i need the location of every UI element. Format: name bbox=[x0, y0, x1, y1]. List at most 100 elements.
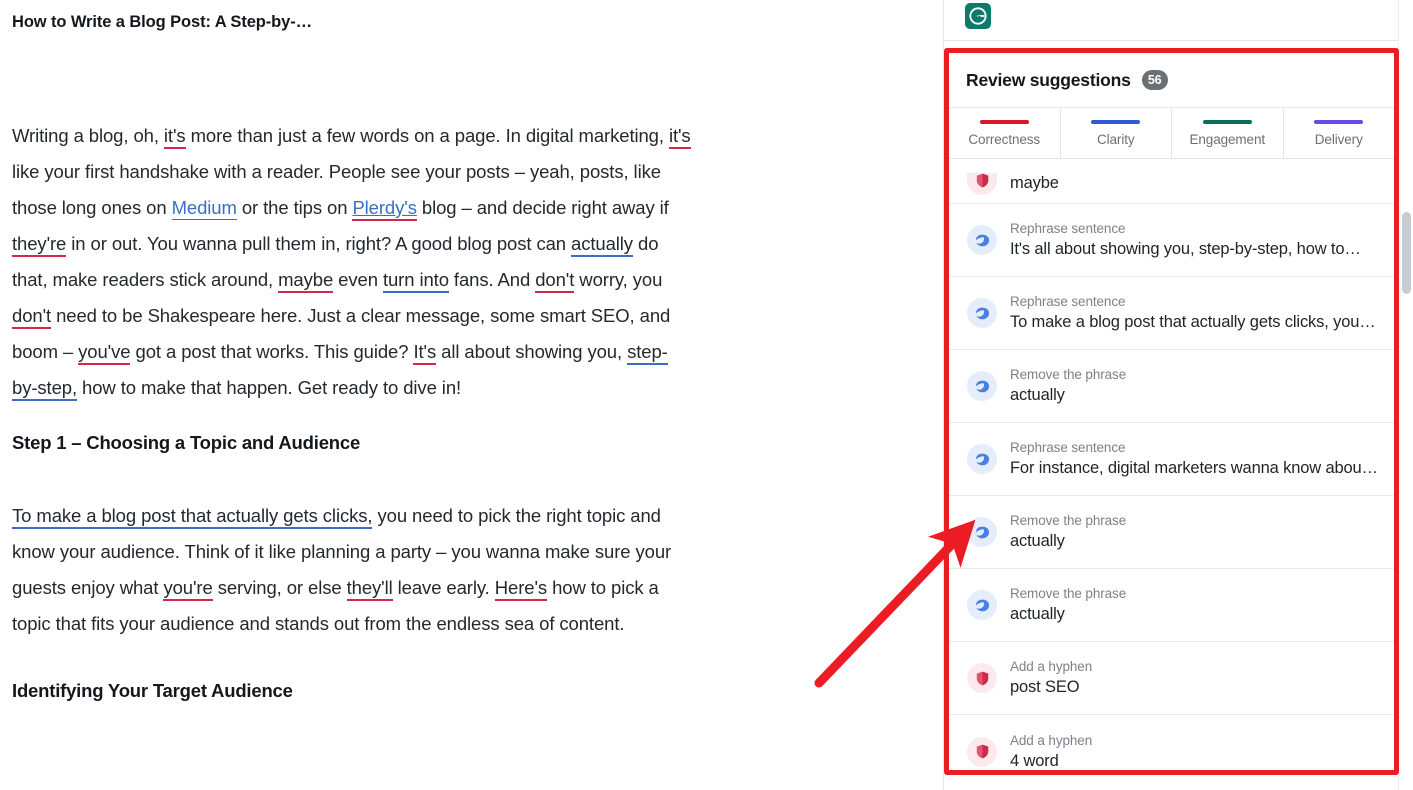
suggestion-row[interactable]: Rephrase sentence It's all about showing … bbox=[949, 204, 1394, 277]
suggestion-text-block: Remove the phrase actually bbox=[1010, 584, 1126, 626]
heading-identifying-audience: Identifying Your Target Audience bbox=[12, 680, 293, 701]
correctness-mark[interactable]: it's bbox=[668, 125, 691, 149]
category-tabs: Correctness Clarity Engagement Delivery bbox=[949, 107, 1394, 159]
page-scrollbar[interactable] bbox=[1398, 0, 1413, 790]
tab-label: Delivery bbox=[1314, 131, 1363, 147]
correctness-mark[interactable]: you've bbox=[78, 341, 131, 365]
suggestion-text: For instance, digital marketers wanna kn… bbox=[1010, 459, 1378, 477]
clarity-color-bar bbox=[1091, 119, 1141, 124]
correctness-shield-icon bbox=[967, 173, 997, 195]
clarity-mark[interactable]: turn into bbox=[382, 269, 449, 293]
suggestion-text-block: Add a hyphen 4 word bbox=[1010, 731, 1092, 770]
clarity-wave-icon bbox=[967, 225, 997, 255]
suggestion-text: maybe bbox=[1010, 174, 1059, 192]
suggestion-text-block: Remove the phrase actually bbox=[1010, 511, 1126, 553]
tab-correctness[interactable]: Correctness bbox=[949, 108, 1061, 158]
clarity-wave-icon bbox=[967, 371, 997, 401]
text-run: worry, you bbox=[574, 269, 663, 290]
suggestion-category: Add a hyphen bbox=[1010, 659, 1093, 674]
text-run: in or out. You wanna pull them in, right… bbox=[66, 233, 572, 254]
medium-link[interactable]: Medium bbox=[171, 197, 237, 220]
suggestion-text: actually bbox=[1010, 386, 1065, 404]
suggestion-text-block: Rephrase sentence It's all about showing … bbox=[1010, 219, 1361, 261]
panel-title: Review suggestions bbox=[966, 69, 1131, 90]
suggestion-text: To make a blog post that actually gets c… bbox=[1010, 313, 1376, 331]
suggestion-category: Remove the phrase bbox=[1010, 513, 1127, 528]
suggestion-row[interactable]: Remove the phrase actually bbox=[949, 569, 1394, 642]
text-run: fans. And bbox=[448, 269, 536, 290]
suggestion-text: actually bbox=[1010, 605, 1065, 623]
suggestion-category: Remove the phrase bbox=[1010, 367, 1127, 382]
text-run: got a post that works. This guide? bbox=[130, 341, 414, 362]
clarity-wave-icon bbox=[967, 444, 997, 474]
document-body[interactable]: Writing a blog, oh, it's more than just … bbox=[12, 118, 692, 706]
sidebar-logo-bar bbox=[944, 0, 1399, 41]
heading-step-1: Step 1 – Choosing a Topic and Audience bbox=[12, 432, 361, 453]
correctness-shield-icon bbox=[967, 736, 997, 767]
grammarly-sidebar: Review suggestions 56 Correctness Clarit… bbox=[943, 0, 1399, 790]
tab-clarity[interactable]: Clarity bbox=[1061, 108, 1172, 158]
text-run: even bbox=[333, 269, 383, 290]
correctness-mark[interactable]: don't bbox=[12, 305, 51, 329]
text-run: how to make that happen. Get ready to di… bbox=[77, 377, 462, 398]
suggestion-row[interactable]: Remove the phrase actually bbox=[949, 350, 1394, 423]
tab-label: Correctness bbox=[968, 131, 1041, 147]
correctness-mark[interactable]: they're bbox=[12, 233, 66, 257]
review-suggestions-panel: Review suggestions 56 Correctness Clarit… bbox=[949, 53, 1394, 770]
page-scrollbar-thumb[interactable] bbox=[1402, 212, 1411, 294]
plerdys-link[interactable]: Plerdy's bbox=[352, 197, 417, 221]
suggestion-row[interactable]: maybe bbox=[949, 159, 1394, 204]
suggestion-text: It's all about showing you, step-by-step… bbox=[1010, 240, 1361, 258]
suggestion-text: 4 word bbox=[1010, 751, 1059, 770]
suggestion-text: actually bbox=[1010, 532, 1065, 550]
text-run: Writing a blog, oh, bbox=[12, 125, 164, 146]
suggestion-text-block: Remove the phrase actually bbox=[1010, 365, 1126, 407]
correctness-mark[interactable]: Here's bbox=[494, 577, 547, 601]
suggestion-text: post SEO bbox=[1010, 678, 1080, 696]
document-pane[interactable]: How to Write a Blog Post: A Step-by-… Wr… bbox=[0, 0, 943, 790]
suggestion-text-block: Rephrase sentence To make a blog post tha… bbox=[1010, 292, 1376, 334]
suggestion-category: Rephrase sentence bbox=[1010, 294, 1126, 309]
clarity-mark[interactable]: actually bbox=[571, 233, 633, 257]
correctness-mark[interactable]: maybe bbox=[278, 269, 333, 293]
correctness-mark[interactable]: they'll bbox=[346, 577, 393, 601]
tab-engagement[interactable]: Engagement bbox=[1172, 108, 1284, 158]
text-run: or the tips on bbox=[236, 197, 353, 218]
text-run: more than just a few words on a page. In… bbox=[185, 125, 669, 146]
suggestion-row[interactable]: Remove the phrase actually bbox=[949, 496, 1394, 569]
paragraph-intro: Writing a blog, oh, it's more than just … bbox=[12, 118, 692, 406]
text-run: serving, or else bbox=[212, 577, 347, 598]
suggestion-category: Rephrase sentence bbox=[1010, 440, 1126, 455]
correctness-shield-icon bbox=[967, 663, 997, 693]
grammarly-logo-icon[interactable] bbox=[965, 3, 991, 29]
clarity-wave-icon bbox=[967, 590, 997, 620]
tab-delivery[interactable]: Delivery bbox=[1284, 108, 1395, 158]
paragraph-step-1: To make a blog post that actually gets c… bbox=[12, 498, 692, 642]
suggestion-list[interactable]: maybe Rephrase sentence It's all about sho… bbox=[949, 159, 1394, 769]
suggestion-count-badge: 56 bbox=[1141, 70, 1168, 90]
correctness-mark[interactable]: you're bbox=[163, 577, 213, 601]
suggestion-row[interactable]: Add a hyphen post SEO bbox=[949, 642, 1394, 715]
engagement-color-bar bbox=[1202, 119, 1252, 124]
suggestion-category: Rephrase sentence bbox=[1010, 221, 1126, 236]
clarity-wave-icon bbox=[967, 298, 997, 328]
suggestion-row[interactable]: Add a hyphen 4 word bbox=[949, 715, 1394, 769]
clarity-mark[interactable]: To make a blog post that actually gets c… bbox=[12, 505, 373, 529]
correctness-color-bar bbox=[979, 119, 1029, 124]
correctness-mark[interactable]: It's bbox=[413, 341, 436, 365]
correctness-mark[interactable]: it's bbox=[163, 125, 186, 149]
suggestion-row[interactable]: Rephrase sentence For instance, digital m… bbox=[949, 423, 1394, 496]
suggestion-text-block: Rephrase sentence For instance, digital m… bbox=[1010, 438, 1378, 480]
panel-header: Review suggestions 56 bbox=[949, 53, 1394, 107]
suggestion-text-block: maybe bbox=[1010, 172, 1059, 195]
document-title: How to Write a Blog Post: A Step-by-… bbox=[12, 13, 313, 31]
correctness-mark[interactable]: don't bbox=[535, 269, 574, 293]
tab-label: Clarity bbox=[1096, 131, 1135, 147]
tab-label: Engagement bbox=[1189, 131, 1266, 147]
clarity-wave-icon bbox=[967, 517, 997, 547]
suggestion-row[interactable]: Rephrase sentence To make a blog post tha… bbox=[949, 277, 1394, 350]
app-root: How to Write a Blog Post: A Step-by-… Wr… bbox=[0, 0, 1413, 790]
